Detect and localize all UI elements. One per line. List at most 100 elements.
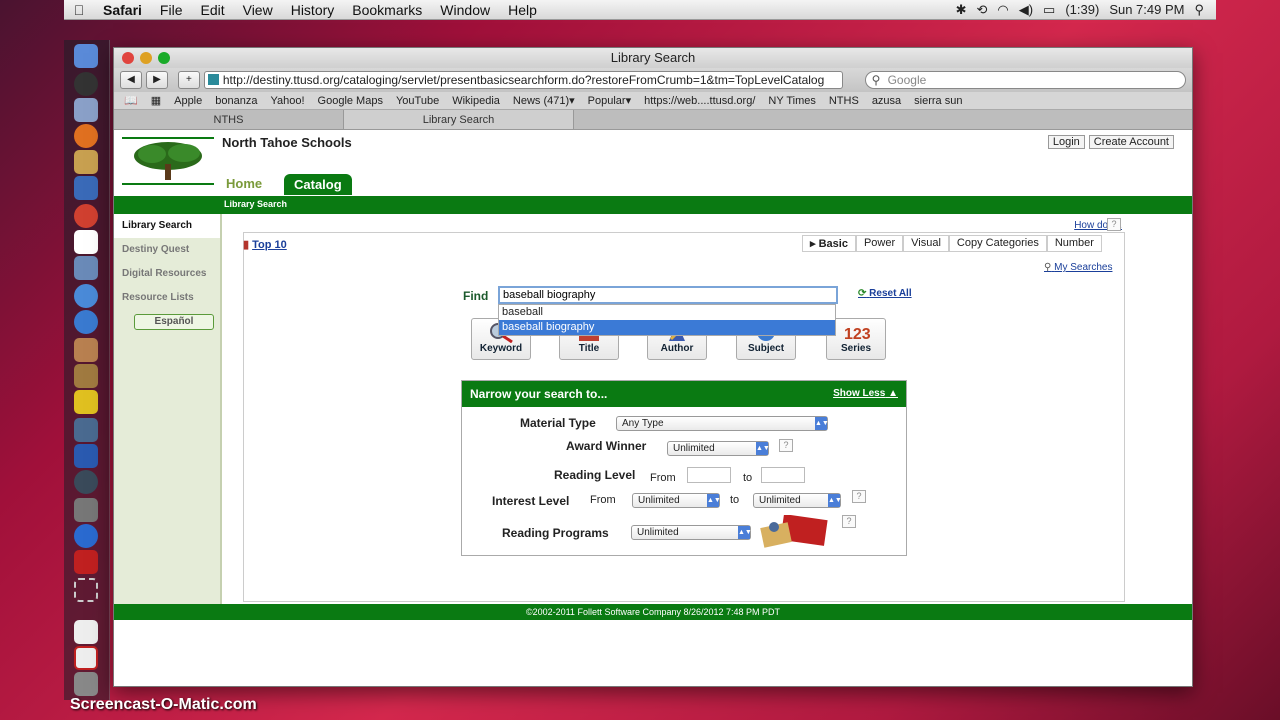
bookmark-sierra-sun[interactable]: sierra sun xyxy=(914,95,962,107)
document-icon[interactable] xyxy=(74,620,98,644)
tab-basic[interactable]: ▸ Basic xyxy=(802,235,856,252)
add-bookmark-button[interactable]: + xyxy=(177,71,200,89)
bookmark-azusa[interactable]: azusa xyxy=(872,95,901,107)
wifi-icon[interactable]: ◠ xyxy=(997,2,1008,18)
google-search-box[interactable]: ⚲ Google xyxy=(864,71,1186,89)
reading-list-icon[interactable]: 📖 xyxy=(124,94,138,107)
battery-status[interactable]: (1:39) xyxy=(1065,2,1099,17)
top10-link[interactable]: ▮ Top 10 xyxy=(243,238,287,251)
menu-app-safari[interactable]: Safari xyxy=(94,2,151,18)
facetime-icon[interactable] xyxy=(74,176,98,200)
tab-nths[interactable]: NTHS xyxy=(114,110,344,129)
tab-number[interactable]: Number xyxy=(1046,235,1102,252)
bookmark-ttusd[interactable]: https://web....ttusd.org/ xyxy=(644,95,755,107)
close-window-button[interactable] xyxy=(122,52,134,64)
iphoto-icon[interactable] xyxy=(74,256,98,280)
reading-programs-select[interactable]: Unlimited ▲▼ xyxy=(631,525,752,540)
bookmark-apple[interactable]: Apple xyxy=(174,95,202,107)
login-button[interactable]: Login xyxy=(1047,135,1085,149)
interest-level-from-select[interactable]: Unlimited ▲▼ xyxy=(632,493,721,508)
interest-level-to-select[interactable]: Unlimited ▲▼ xyxy=(753,493,842,508)
zoom-window-button[interactable] xyxy=(158,52,170,64)
battery-icon[interactable]: ▭ xyxy=(1043,2,1055,18)
dashboard-icon[interactable] xyxy=(74,72,98,96)
nav-home[interactable]: Home xyxy=(226,176,262,191)
bird-icon[interactable] xyxy=(74,390,98,414)
bookmark-youtube[interactable]: YouTube xyxy=(396,95,439,107)
apple-icon[interactable]:  xyxy=(64,2,94,18)
material-type-select[interactable]: Any Type ▲▼ xyxy=(616,416,829,431)
bookmark-yahoo[interactable]: Yahoo! xyxy=(270,95,304,107)
word-icon[interactable] xyxy=(74,444,98,468)
calendar-icon[interactable] xyxy=(74,230,98,254)
firefox-icon[interactable] xyxy=(74,124,98,148)
find-input[interactable] xyxy=(498,286,838,304)
menu-edit[interactable]: Edit xyxy=(191,2,233,18)
bookmark-bonanza[interactable]: bonanza xyxy=(215,95,257,107)
menu-help[interactable]: Help xyxy=(499,2,546,18)
back-button[interactable]: ◀ xyxy=(120,71,142,89)
time-machine-dock-icon[interactable] xyxy=(74,470,98,494)
bluetooth-icon[interactable]: ✱ xyxy=(956,2,967,18)
top-sites-icon[interactable]: ▦ xyxy=(151,94,161,107)
bookmark-nytimes[interactable]: NY Times xyxy=(768,95,815,107)
notes-icon[interactable] xyxy=(74,150,98,174)
photos-icon[interactable] xyxy=(74,338,98,362)
browser-window: Library Search ◀ ▶ + http://destiny.ttus… xyxy=(113,47,1193,687)
time-machine-icon[interactable]: ⟲ xyxy=(976,2,987,18)
tab-copy-categories[interactable]: Copy Categories xyxy=(948,235,1047,252)
tab-visual[interactable]: Visual xyxy=(903,235,949,252)
suggestion-item-selected[interactable]: baseball biography xyxy=(499,320,835,335)
reading-level-from-input[interactable] xyxy=(687,467,731,483)
bookmark-popular[interactable]: Popular▾ xyxy=(588,94,631,107)
reading-programs-help-icon[interactable]: ? xyxy=(842,515,856,528)
tab-library-search[interactable]: Library Search xyxy=(344,110,574,129)
bookmark-nths[interactable]: NTHS xyxy=(829,95,859,107)
sidebar-item-destiny-quest[interactable]: Destiny Quest xyxy=(114,238,220,262)
chrome-icon[interactable] xyxy=(74,204,98,228)
sidebar-item-digital-resources[interactable]: Digital Resources xyxy=(114,262,220,286)
quicktime-icon[interactable] xyxy=(74,524,98,548)
itunes-icon[interactable] xyxy=(74,310,98,334)
preview-icon[interactable] xyxy=(74,98,98,122)
clock[interactable]: Sun 7:49 PM xyxy=(1109,2,1184,17)
nav-catalog[interactable]: Catalog xyxy=(284,174,352,195)
forward-button[interactable]: ▶ xyxy=(145,71,168,89)
reset-all-link[interactable]: ⟳ Reset All xyxy=(858,288,912,299)
acrobat-icon[interactable] xyxy=(74,550,98,574)
grid-icon[interactable] xyxy=(74,418,98,442)
menu-file[interactable]: File xyxy=(151,2,192,18)
espanol-button[interactable]: Español xyxy=(134,314,214,330)
minimize-window-button[interactable] xyxy=(140,52,152,64)
menu-view[interactable]: View xyxy=(234,2,282,18)
spotlight-icon[interactable]: ⚲ xyxy=(1194,2,1204,18)
volume-icon[interactable]: ◀) xyxy=(1019,2,1033,18)
subnav-library-search[interactable]: Library Search xyxy=(224,199,287,209)
trash-icon[interactable] xyxy=(74,672,98,696)
award-help-icon[interactable]: ? xyxy=(779,439,793,452)
bookmark-news[interactable]: News (471)▾ xyxy=(513,94,575,107)
menu-bookmarks[interactable]: Bookmarks xyxy=(343,2,431,18)
pdf-icon[interactable] xyxy=(74,646,98,670)
safari-icon[interactable] xyxy=(74,284,98,308)
tab-power[interactable]: Power xyxy=(855,235,904,252)
help-icon[interactable]: ? xyxy=(1107,218,1121,231)
bookmark-google-maps[interactable]: Google Maps xyxy=(318,95,383,107)
sidebar-item-library-search[interactable]: Library Search xyxy=(114,214,220,238)
menu-history[interactable]: History xyxy=(282,2,344,18)
address-bar[interactable]: http://destiny.ttusd.org/cataloging/serv… xyxy=(203,71,843,89)
reading-level-to-input[interactable] xyxy=(761,467,805,483)
screenshot-icon[interactable] xyxy=(74,578,98,602)
create-account-button[interactable]: Create Account xyxy=(1088,135,1174,149)
my-searches-link[interactable]: ⚲ My Searches xyxy=(1044,262,1112,273)
interest-help-icon[interactable]: ? xyxy=(852,490,866,503)
menu-window[interactable]: Window xyxy=(431,2,499,18)
award-winner-select[interactable]: Unlimited ▲▼ xyxy=(667,441,770,456)
sidebar-item-resource-lists[interactable]: Resource Lists xyxy=(114,286,220,310)
finder-icon[interactable] xyxy=(74,44,98,68)
suggestion-item[interactable]: baseball xyxy=(499,305,835,320)
show-less-link[interactable]: Show Less ▲ xyxy=(833,381,898,407)
settings-icon[interactable] xyxy=(74,498,98,522)
broom-icon[interactable] xyxy=(74,364,98,388)
bookmark-wikipedia[interactable]: Wikipedia xyxy=(452,95,500,107)
